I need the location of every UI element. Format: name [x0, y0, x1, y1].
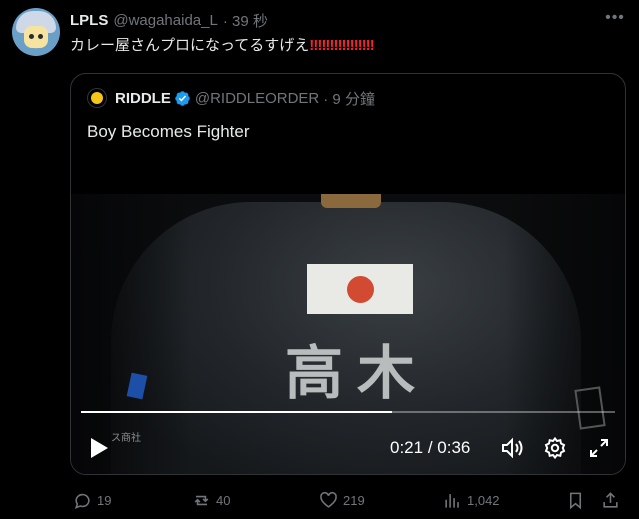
post-time[interactable]: · 39 秒	[223, 10, 268, 31]
reply-button[interactable]: 19	[73, 488, 111, 512]
video-shadow-right	[505, 194, 625, 474]
repost-button[interactable]: 40	[192, 488, 230, 512]
verified-badge-icon	[175, 90, 190, 106]
quoted-post-header: RIDDLE @RIDDLEORDER · 9 分鐘	[87, 88, 375, 108]
video-corner-logo	[574, 386, 606, 430]
avatar-eye	[29, 34, 34, 39]
heart-icon	[320, 491, 337, 508]
quoted-author-handle[interactable]: @RIDDLEORDER	[195, 90, 319, 107]
share-icon	[603, 491, 618, 508]
author-name[interactable]: LPLS	[70, 12, 108, 29]
view-count: 1,042	[467, 492, 500, 508]
repost-icon	[194, 495, 209, 505]
video-duration: 0:36	[437, 438, 471, 457]
bookmark-button[interactable]	[566, 488, 590, 512]
quoted-author-name[interactable]: RIDDLE	[115, 90, 171, 107]
quoted-post-text: Boy Becomes Fighter	[87, 122, 250, 141]
settings-gear-icon[interactable]	[543, 436, 567, 460]
quoted-post-time[interactable]: · 9 分鐘	[323, 88, 375, 109]
quoted-post[interactable]: RIDDLE @RIDDLEORDER · 9 分鐘 Boy Becomes F…	[70, 73, 626, 475]
views-chart-icon	[445, 493, 459, 508]
post-text-body: カレー屋さんプロになってるすげえ	[70, 37, 310, 54]
video-current-time: 0:21	[390, 438, 424, 457]
riddle-logo-avatar[interactable]	[87, 88, 107, 108]
author-avatar[interactable]	[12, 8, 60, 56]
reply-count: 19	[97, 492, 112, 508]
play-icon[interactable]	[89, 437, 109, 459]
avatar-eye	[38, 34, 43, 39]
bookmark-icon	[569, 492, 582, 509]
post-text-emphasis: ‼‼‼‼‼‼‼‼	[309, 37, 374, 54]
fullscreen-icon[interactable]	[588, 437, 610, 459]
video-player[interactable]: 高木 ス商社 0:21 / 0:36	[71, 194, 625, 474]
video-frame-collar	[321, 194, 381, 208]
video-progress-bar[interactable]	[81, 411, 615, 413]
japan-flag-patch	[307, 264, 413, 314]
video-time-separator: /	[427, 438, 433, 457]
repost-count: 40	[216, 492, 231, 508]
avatar-face	[24, 26, 48, 48]
volume-icon[interactable]	[500, 437, 524, 459]
video-progress-fill	[81, 411, 393, 413]
post-actions: 19 40 219 1,042	[70, 488, 626, 512]
views-button[interactable]: 1,042	[443, 488, 500, 512]
jacket-name-text: 高木	[285, 339, 430, 407]
jacket-small-text: ス商社	[111, 433, 141, 444]
more-dots-icon[interactable]: •••	[603, 8, 627, 28]
post-header: LPLS @wagahaida_L · 39 秒	[70, 10, 268, 30]
share-button[interactable]	[601, 488, 625, 512]
reply-icon	[74, 493, 90, 509]
video-time-display: 0:21 / 0:36	[390, 438, 470, 458]
post-text: カレー屋さんプロになってるすげえ‼‼‼‼‼‼‼‼	[70, 36, 375, 56]
like-count: 219	[343, 492, 365, 508]
author-handle[interactable]: @wagahaida_L	[113, 12, 217, 29]
like-button[interactable]: 219	[319, 488, 365, 512]
